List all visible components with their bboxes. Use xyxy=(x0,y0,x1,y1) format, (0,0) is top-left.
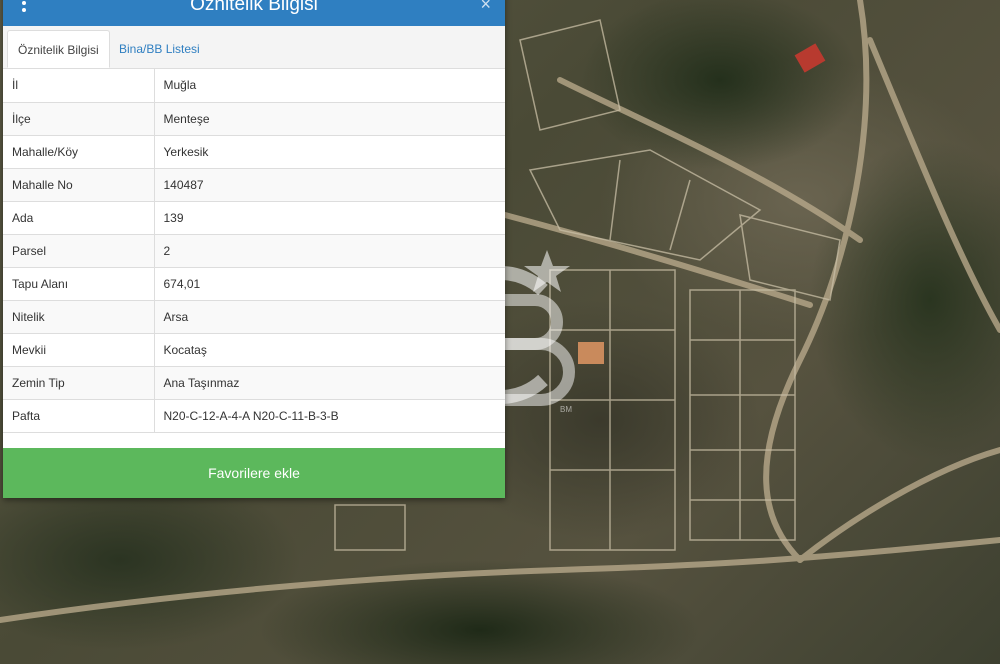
table-row: Pafta N20-C-12-A-4-A N20-C-11-B-3-B xyxy=(3,399,505,433)
row-key: Mahalle/Köy xyxy=(3,135,155,169)
panel-title: Öznitelik Bilgisi xyxy=(190,0,318,15)
row-key: Zemin Tip xyxy=(3,366,155,400)
row-key: Ada xyxy=(3,201,155,235)
table-row: Mevkii Kocataş xyxy=(3,333,505,367)
tab-attribute-info[interactable]: Öznitelik Bilgisi xyxy=(7,30,110,68)
row-value: 2 xyxy=(154,234,505,268)
table-row: Zemin Tip Ana Taşınmaz xyxy=(3,366,505,400)
close-icon[interactable]: × xyxy=(480,0,491,15)
row-value: Menteşe xyxy=(154,102,505,136)
row-key: İlçe xyxy=(3,102,155,136)
row-value: Yerkesik xyxy=(154,135,505,169)
watermark-caption: BM xyxy=(560,405,572,414)
tab-building-list[interactable]: Bina/BB Listesi xyxy=(109,30,210,68)
table-row: Mahalle No 140487 xyxy=(3,168,505,202)
attribute-table: İl Muğla İlçe Menteşe Mahalle/Köy Yerkes… xyxy=(3,69,505,433)
table-row: Tapu Alanı 674,01 xyxy=(3,267,505,301)
table-row: Mahalle/Köy Yerkesik xyxy=(3,135,505,169)
row-key: Mevkii xyxy=(3,333,155,367)
table-row: İl Muğla xyxy=(3,69,505,103)
table-row: Nitelik Arsa xyxy=(3,300,505,334)
row-key: İl xyxy=(3,69,155,103)
row-value: N20-C-12-A-4-A N20-C-11-B-3-B xyxy=(154,399,505,433)
row-value: 674,01 xyxy=(154,267,505,301)
attribute-info-panel: Öznitelik Bilgisi × Öznitelik Bilgisi Bi… xyxy=(3,0,505,498)
row-key: Parsel xyxy=(3,234,155,268)
row-value: 140487 xyxy=(154,168,505,202)
row-key: Mahalle No xyxy=(3,168,155,202)
add-to-favorites-button[interactable]: Favorilere ekle xyxy=(3,448,505,498)
table-row: İlçe Menteşe xyxy=(3,102,505,136)
row-value: Ana Taşınmaz xyxy=(154,366,505,400)
table-row: Parsel 2 xyxy=(3,234,505,268)
panel-header: Öznitelik Bilgisi × xyxy=(3,0,505,26)
row-key: Pafta xyxy=(3,399,155,433)
row-value: Muğla xyxy=(154,69,505,103)
row-value: Arsa xyxy=(154,300,505,334)
row-key: Nitelik xyxy=(3,300,155,334)
row-key: Tapu Alanı xyxy=(3,267,155,301)
row-value: 139 xyxy=(154,201,505,235)
row-value: Kocataş xyxy=(154,333,505,367)
tab-bar: Öznitelik Bilgisi Bina/BB Listesi xyxy=(3,26,505,69)
table-row: Ada 139 xyxy=(3,201,505,235)
